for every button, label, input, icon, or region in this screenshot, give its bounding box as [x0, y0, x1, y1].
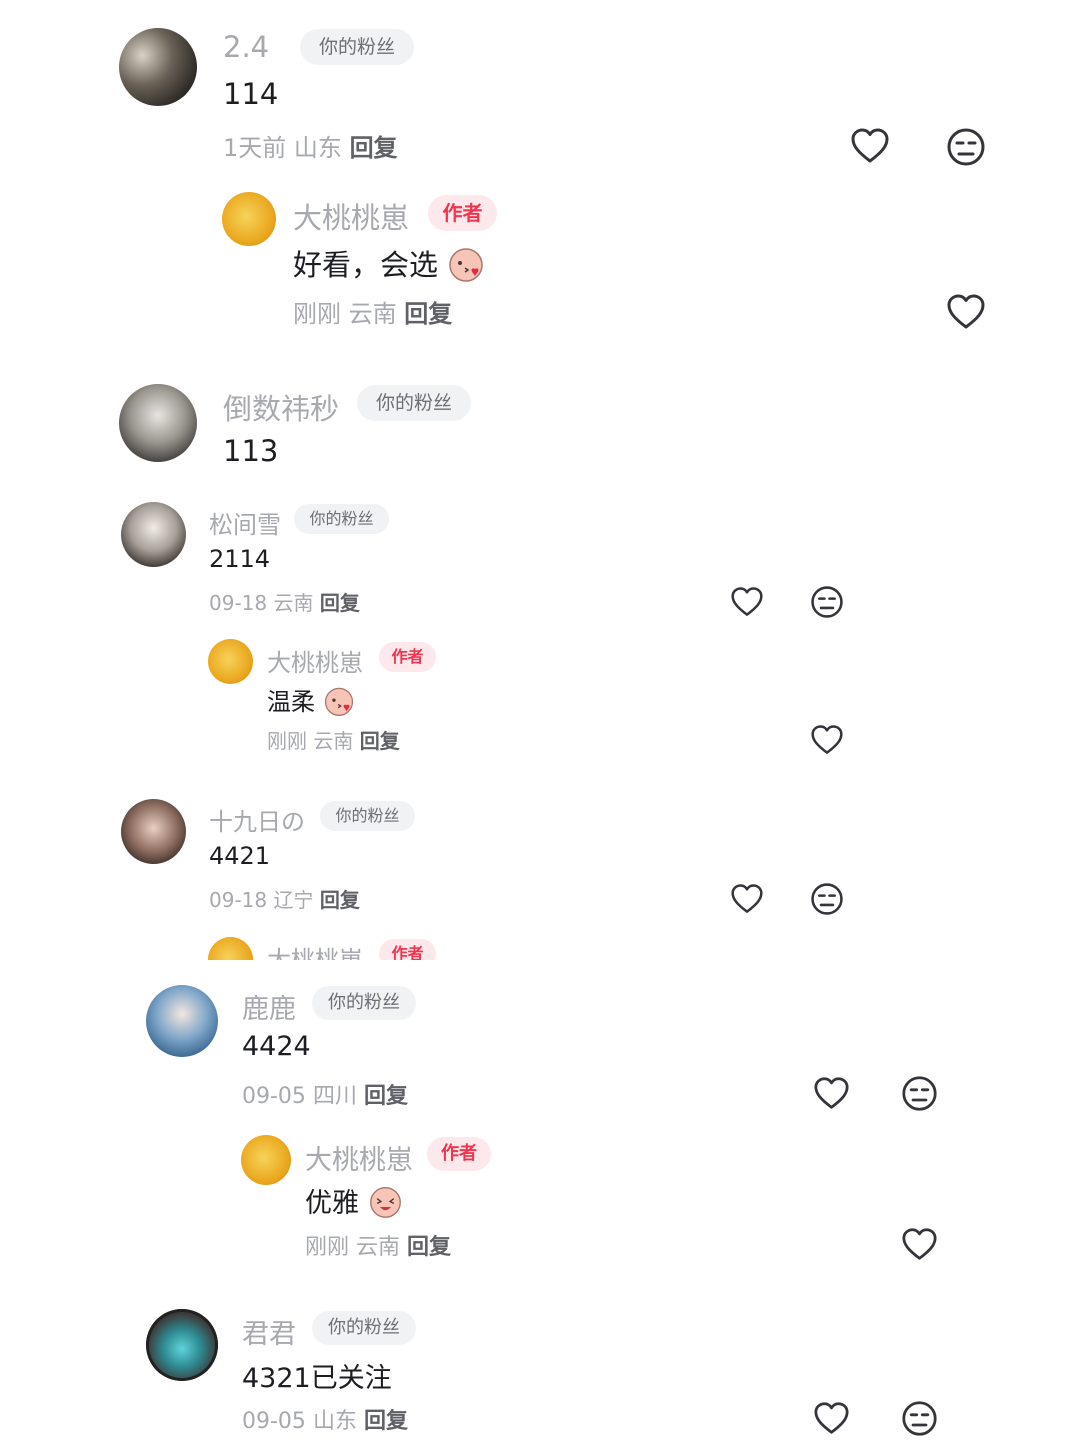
comment-time: 09-05	[242, 1409, 306, 1434]
comment-meta: 09-18 云南 回复	[209, 587, 360, 616]
avatar[interactable]	[146, 985, 218, 1057]
reply-time: 刚刚	[293, 300, 341, 328]
fan-badge: 你的粉丝	[294, 504, 389, 534]
fan-badge: 你的粉丝	[312, 986, 416, 1020]
commenter-name[interactable]: 倒数祎秒	[223, 386, 339, 428]
reply-author-name[interactable]: 大桃桃崽	[267, 940, 363, 960]
reply-text-value: 好看，会选	[293, 248, 439, 282]
like-icon[interactable]	[730, 586, 764, 618]
commenter-name[interactable]: 鹿鹿	[242, 987, 296, 1026]
comment-time: 1天前	[223, 134, 287, 162]
comment-meta: 1天前 山东 回复	[223, 128, 398, 163]
avatar[interactable]	[119, 384, 197, 462]
reply-text: 温柔	[267, 682, 355, 717]
like-icon[interactable]	[813, 1401, 850, 1436]
reply-meta: 刚刚 云南 回复	[267, 725, 400, 754]
dislike-face-icon[interactable]	[810, 882, 844, 916]
commenter-name[interactable]: 松间雪	[209, 505, 281, 540]
reply-button[interactable]: 回复	[320, 591, 360, 615]
reply-button[interactable]: 回复	[404, 300, 452, 328]
reply-time: 刚刚	[267, 729, 307, 753]
reply-text: 优雅	[305, 1181, 403, 1220]
reply-button[interactable]: 回复	[320, 888, 360, 912]
reply-author-name[interactable]: 大桃桃崽	[305, 1138, 413, 1177]
dislike-face-icon[interactable]	[901, 1075, 938, 1112]
fan-badge: 你的粉丝	[320, 801, 415, 831]
peach-kiss-emoji-icon	[323, 685, 355, 717]
like-icon[interactable]	[810, 724, 844, 756]
comment-text: 114	[223, 77, 279, 111]
reply-meta: 刚刚 云南 回复	[293, 294, 452, 329]
commenter-name[interactable]: 君君	[242, 1312, 296, 1351]
reply-button[interactable]: 回复	[360, 729, 400, 753]
like-icon[interactable]	[730, 883, 764, 915]
reply-author-name[interactable]: 大桃桃崽	[267, 643, 363, 678]
like-icon[interactable]	[850, 127, 890, 165]
reply-button[interactable]: 回复	[407, 1235, 451, 1260]
like-icon[interactable]	[901, 1227, 938, 1262]
comment-text: 4421	[209, 842, 271, 870]
author-badge: 作者	[428, 195, 497, 231]
comment-text: 4424	[242, 1031, 311, 1062]
fan-badge: 你的粉丝	[312, 1311, 416, 1345]
peach-laugh-emoji-icon	[368, 1184, 403, 1219]
reply-button[interactable]: 回复	[364, 1084, 408, 1109]
comment-location: 四川	[312, 1084, 357, 1109]
author-avatar[interactable]	[222, 192, 276, 246]
reply-text-value: 优雅	[305, 1188, 359, 1219]
author-avatar[interactable]	[208, 937, 253, 960]
comment-text: 113	[223, 434, 279, 468]
comment-location: 山东	[293, 134, 342, 162]
dislike-face-icon[interactable]	[946, 127, 986, 167]
commenter-name[interactable]: 十九日の	[209, 802, 305, 837]
comment-text: 2114	[209, 545, 271, 573]
reply-location: 云南	[348, 300, 397, 328]
avatar[interactable]	[121, 502, 186, 567]
comment-meta: 09-18 辽宁 回复	[209, 884, 360, 913]
reply-location: 云南	[356, 1235, 401, 1260]
avatar[interactable]	[119, 28, 197, 106]
comment-time: 09-18	[209, 888, 268, 912]
fan-badge: 你的粉丝	[300, 29, 414, 65]
cropped-reply-row: 大桃桃崽 作者	[0, 935, 1080, 960]
avatar[interactable]	[121, 799, 186, 864]
reply-author-name[interactable]: 大桃桃崽	[293, 195, 409, 237]
author-badge: 作者	[379, 642, 436, 672]
dislike-face-icon[interactable]	[901, 1400, 938, 1437]
fan-badge: 你的粉丝	[357, 385, 471, 421]
comment-meta: 09-05 山东 回复	[242, 1403, 408, 1435]
avatar[interactable]	[146, 1309, 218, 1381]
reply-meta: 刚刚 云南 回复	[305, 1229, 451, 1261]
commenter-name[interactable]: 2.4	[223, 30, 269, 64]
comment-location: 辽宁	[273, 888, 314, 912]
peach-kiss-emoji-icon	[447, 245, 485, 283]
comment-location: 云南	[273, 591, 314, 615]
dislike-face-icon[interactable]	[810, 585, 844, 619]
comment-text: 4321已关注	[242, 1363, 392, 1394]
comment-time: 09-18	[209, 591, 268, 615]
author-avatar[interactable]	[208, 639, 253, 684]
reply-text: 好看，会选	[293, 242, 485, 284]
reply-time: 刚刚	[305, 1235, 350, 1260]
reply-text-value: 温柔	[267, 688, 315, 716]
author-avatar[interactable]	[241, 1135, 291, 1185]
comment-time: 09-05	[242, 1084, 306, 1109]
reply-button[interactable]: 回复	[350, 134, 398, 162]
reply-location: 云南	[313, 729, 354, 753]
author-badge: 作者	[379, 939, 436, 960]
comment-meta: 09-05 四川 回复	[242, 1078, 408, 1110]
author-badge: 作者	[427, 1137, 491, 1171]
like-icon[interactable]	[946, 293, 986, 331]
comment-location: 山东	[312, 1409, 357, 1434]
like-icon[interactable]	[813, 1076, 850, 1111]
reply-button[interactable]: 回复	[364, 1409, 408, 1434]
